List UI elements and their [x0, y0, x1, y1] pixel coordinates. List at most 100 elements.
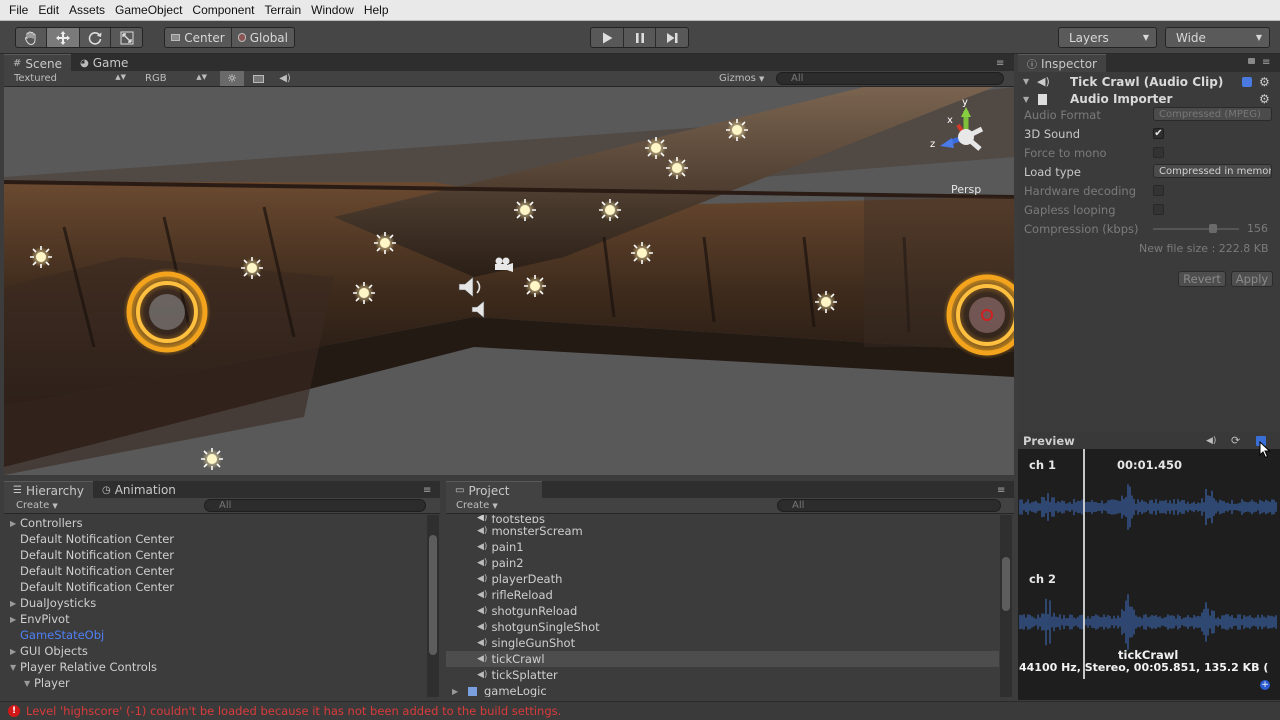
- pivot-global-button[interactable]: Global: [232, 28, 294, 47]
- play-button[interactable]: [591, 28, 624, 47]
- load-type-dropdown[interactable]: Compressed in memory: [1153, 164, 1272, 178]
- gizmos-dropdown[interactable]: Gizmos ▼: [719, 73, 764, 84]
- scale-tool-button[interactable]: [111, 28, 142, 47]
- gapless-checkbox[interactable]: [1153, 204, 1164, 215]
- project-item[interactable]: ◀) shotgunReload: [446, 603, 999, 619]
- gear-icon[interactable]: ⚙: [1259, 75, 1270, 89]
- rotate-tool-button[interactable]: [80, 28, 111, 47]
- panel-menu-icon[interactable]: ≡: [1262, 57, 1270, 68]
- tab-inspector[interactable]: ⓘ Inspector: [1018, 54, 1106, 72]
- panel-menu-icon[interactable]: ≡: [423, 485, 431, 496]
- project-item[interactable]: ◀) playerDeath: [446, 571, 999, 587]
- project-tab-strip: ▭ Project: [446, 481, 1014, 499]
- hierarchy-scrollbar[interactable]: [427, 515, 439, 697]
- force-mono-checkbox[interactable]: [1153, 147, 1164, 158]
- hierarchy-item[interactable]: ▼ Player Relative Controls: [4, 659, 426, 675]
- step-button[interactable]: [656, 28, 688, 47]
- compression-slider-thumb[interactable]: [1209, 224, 1218, 233]
- hierarchy-item[interactable]: Default Notification Center: [4, 579, 426, 595]
- fold-arrow-icon[interactable]: ▶: [10, 599, 20, 608]
- sound3d-checkbox[interactable]: ✔: [1153, 128, 1164, 139]
- gear-icon[interactable]: ⚙: [1259, 92, 1270, 106]
- scene-audio-toggle[interactable]: ◀): [275, 73, 295, 84]
- tab-animation[interactable]: ◷ Animation: [93, 481, 185, 499]
- menu-assets[interactable]: Assets: [64, 3, 110, 17]
- project-item[interactable]: ◀) rifleReload: [446, 587, 999, 603]
- hierarchy-item[interactable]: ▶ Controllers: [4, 515, 426, 531]
- project-item[interactable]: ◀) tickCrawl: [446, 651, 999, 667]
- hand-tool-button[interactable]: [16, 28, 47, 47]
- speaker-icon[interactable]: ◀): [1206, 436, 1216, 446]
- help-book-icon[interactable]: [1242, 76, 1252, 87]
- scene-search-input[interactable]: All: [776, 72, 1004, 85]
- status-message: Level 'highscore' (-1) couldn't be loade…: [26, 704, 562, 718]
- fold-arrow-icon[interactable]: ▶: [452, 687, 462, 696]
- hierarchy-item[interactable]: Default Notification Center: [4, 563, 426, 579]
- compression-slider[interactable]: [1153, 224, 1239, 233]
- menu-terrain[interactable]: Terrain: [259, 3, 306, 17]
- project-item[interactable]: ◀) monsterScream: [446, 523, 999, 539]
- hierarchy-item[interactable]: Default Notification Center: [4, 531, 426, 547]
- hierarchy-item[interactable]: ▶ EnvPivot: [4, 611, 426, 627]
- hierarchy-search-input[interactable]: All: [204, 499, 426, 512]
- hierarchy-create-button[interactable]: Create ▼: [16, 500, 58, 511]
- fold-arrow-icon[interactable]: ▼: [24, 679, 34, 688]
- menu-component[interactable]: Component: [187, 3, 259, 17]
- hierarchy-item[interactable]: Default Notification Center: [4, 547, 426, 563]
- fold-arrow-icon[interactable]: ▼: [1023, 95, 1029, 104]
- project-item[interactable]: ◀) tickSplatter: [446, 667, 999, 683]
- layout-dropdown[interactable]: Wide ▼: [1165, 27, 1270, 48]
- hierarchy-item[interactable]: GameStateObj: [4, 627, 426, 643]
- tab-game[interactable]: ◕ Game: [71, 54, 137, 72]
- loop-icon[interactable]: ⟳: [1231, 434, 1240, 447]
- project-scroll-thumb[interactable]: [1002, 557, 1010, 611]
- menu-help[interactable]: Help: [359, 3, 394, 17]
- scene-fx-toggle[interactable]: [248, 74, 268, 83]
- pause-button[interactable]: [624, 28, 656, 47]
- hierarchy-scroll-thumb[interactable]: [429, 535, 437, 655]
- audio-format-dropdown[interactable]: Compressed (MPEG): [1153, 107, 1272, 121]
- project-item[interactable]: ◀) shotgunSingleShot: [446, 619, 999, 635]
- project-item[interactable]: ◀) pain2: [446, 555, 999, 571]
- hierarchy-item[interactable]: ▶ DualJoysticks: [4, 595, 426, 611]
- layers-dropdown[interactable]: Layers ▼: [1058, 27, 1157, 48]
- menu-window[interactable]: Window: [306, 3, 359, 17]
- hierarchy-item[interactable]: ▶ GUI Objects: [4, 643, 426, 659]
- lock-icon[interactable]: [1248, 58, 1255, 64]
- tab-project[interactable]: ▭ Project: [446, 481, 542, 499]
- move-tool-button[interactable]: [47, 28, 80, 47]
- fold-arrow-icon[interactable]: ▶: [10, 615, 20, 624]
- project-folder[interactable]: ▶ gameLogic: [446, 683, 999, 697]
- hierarchy-item-partial[interactable]: [4, 691, 426, 697]
- menu-gameobject[interactable]: GameObject: [110, 3, 187, 17]
- scene-viewport[interactable]: y x z Persp: [4, 87, 1014, 475]
- menu-edit[interactable]: Edit: [33, 3, 64, 17]
- fold-arrow-icon[interactable]: ▼: [1023, 77, 1029, 86]
- add-icon[interactable]: +: [1260, 680, 1270, 690]
- tab-hierarchy[interactable]: ☰ Hierarchy: [4, 481, 93, 499]
- project-item-partial[interactable]: ◀) footsteps: [446, 515, 999, 523]
- preview-panel: Preview ◀) ⟳ ch 1 00:01.450 ch 2 tickCra…: [1018, 432, 1280, 700]
- project-search-input[interactable]: All: [777, 499, 1001, 512]
- panel-menu-icon[interactable]: ≡: [996, 58, 1004, 69]
- apply-button[interactable]: Apply: [1231, 271, 1273, 287]
- fold-arrow-icon[interactable]: ▼: [10, 663, 20, 672]
- project-item[interactable]: ◀) singleGunShot: [446, 635, 999, 651]
- hierarchy-item[interactable]: ▼ Player: [4, 675, 426, 691]
- project-item-label: tickSplatter: [491, 668, 558, 682]
- color-mode-dropdown[interactable]: RGB ▲▼: [145, 73, 207, 84]
- project-create-button[interactable]: Create ▼: [456, 500, 498, 511]
- fold-arrow-icon[interactable]: ▶: [10, 519, 20, 528]
- project-scrollbar[interactable]: [1000, 515, 1012, 697]
- pivot-center-button[interactable]: Center: [165, 28, 232, 47]
- fold-arrow-icon[interactable]: ▶: [10, 647, 20, 656]
- hw-decoding-checkbox[interactable]: [1153, 185, 1164, 196]
- scene-lighting-toggle[interactable]: ☼: [220, 71, 244, 86]
- menu-file[interactable]: File: [4, 3, 33, 17]
- status-bar[interactable]: ! Level 'highscore' (-1) couldn't be loa…: [0, 701, 1280, 720]
- tab-scene[interactable]: # Scene: [4, 54, 71, 72]
- panel-menu-icon[interactable]: ≡: [997, 485, 1005, 496]
- project-item[interactable]: ◀) pain1: [446, 539, 999, 555]
- render-mode-dropdown[interactable]: Textured ▲▼: [14, 73, 126, 84]
- revert-button[interactable]: Revert: [1178, 271, 1226, 287]
